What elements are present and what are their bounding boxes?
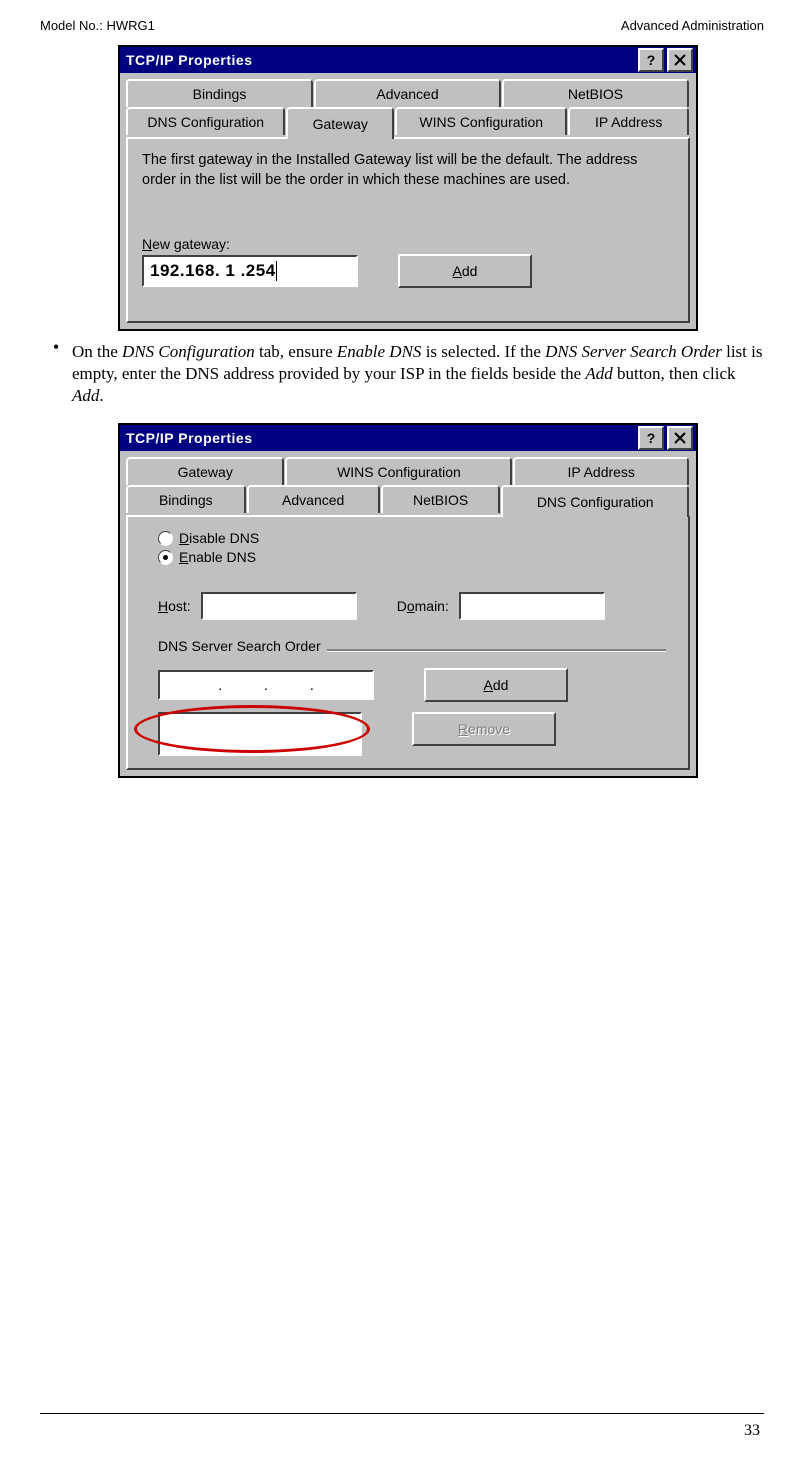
page-number: 33 [744,1422,760,1440]
add-button[interactable]: Add [424,668,568,702]
host-input[interactable] [201,592,357,620]
gateway-description: The first gateway in the Installed Gatew… [142,151,674,190]
header-left: Model No.: HWRG1 [40,18,155,33]
tab-dns-configuration[interactable]: DNS Configuration [501,485,689,517]
bullet-text: On the DNS Configuration tab, ensure Ena… [72,341,764,407]
tab-bindings[interactable]: Bindings [126,485,246,513]
dns-ip-dots: . . . [218,677,314,694]
new-gateway-value: 192.168. 1 .254 [150,261,276,281]
tab-wins-configuration[interactable]: WINS Configuration [395,107,567,135]
dns-server-list[interactable] [158,712,362,756]
screenshot-gateway: TCP/IP Properties ? Bindings Advanced Ne… [118,45,764,331]
tab-netbios[interactable]: NetBIOS [502,79,689,107]
tab-ip-address[interactable]: IP Address [513,457,689,485]
help-button[interactable]: ? [638,48,664,72]
domain-label: Domain: [397,598,449,614]
footer-rule [40,1413,764,1414]
tab-advanced[interactable]: Advanced [247,485,380,513]
dialog2-title: TCP/IP Properties [126,430,635,446]
dns-search-order-label: DNS Server Search Order [158,638,321,654]
header-right: Advanced Administration [621,18,764,33]
tab-netbios[interactable]: NetBIOS [381,485,501,513]
help-button[interactable]: ? [638,426,664,450]
close-icon [674,54,686,66]
tab-wins-configuration[interactable]: WINS Configuration [285,457,512,485]
tab-advanced[interactable]: Advanced [314,79,501,107]
host-label: Host: [158,598,191,614]
close-icon [674,432,686,444]
close-button[interactable] [667,426,693,450]
bullet-marker: • [40,337,72,413]
dns-ip-input[interactable]: . . . [158,670,374,700]
screenshot-dns: TCP/IP Properties ? Gateway WINS Configu… [118,423,764,778]
tab-dns-configuration[interactable]: DNS Configuration [126,107,285,135]
dialog1-title: TCP/IP Properties [126,52,635,68]
tab-bindings[interactable]: Bindings [126,79,313,107]
add-button[interactable]: Add [398,254,532,288]
radio-enable-dns[interactable]: Enable DNS [158,549,666,565]
tab-gateway[interactable]: Gateway [286,107,394,139]
domain-input[interactable] [459,592,605,620]
close-button[interactable] [667,48,693,72]
radio-disable-dns[interactable]: Disable DNS [158,530,666,546]
new-gateway-label: New gateway: [142,236,674,252]
new-gateway-input[interactable]: 192.168. 1 .254 [142,255,358,287]
tab-gateway[interactable]: Gateway [126,457,284,485]
remove-button[interactable]: Remove [412,712,556,746]
tab-ip-address[interactable]: IP Address [568,107,689,135]
